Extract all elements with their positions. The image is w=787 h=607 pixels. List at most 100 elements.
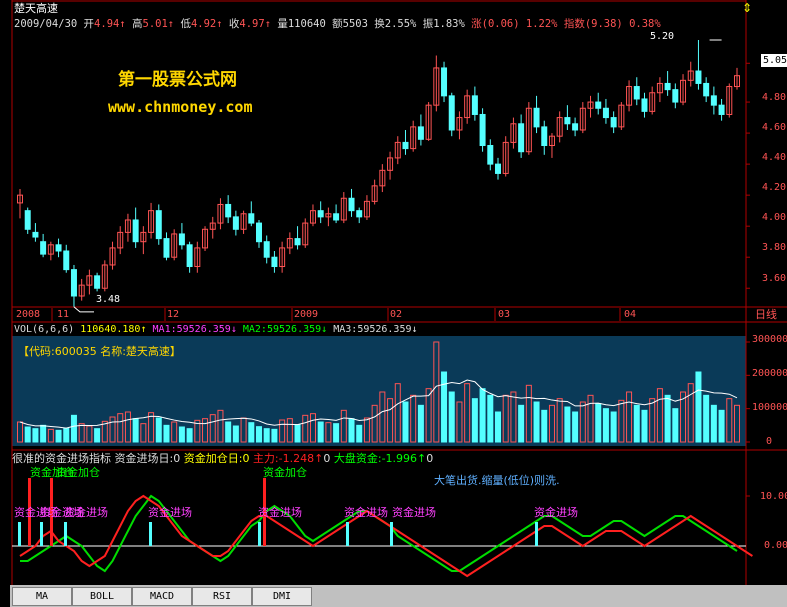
price-tick: 4.60 — [762, 122, 787, 133]
candle-body — [533, 107, 540, 128]
quote-date: 2009/04/30 — [14, 18, 78, 30]
volume-bar — [24, 426, 31, 443]
volume-bar — [441, 371, 448, 443]
vol-tick: 0 — [766, 436, 773, 447]
candle-body — [163, 238, 170, 258]
scroll-arrow-icon[interactable]: ⇕ — [742, 2, 752, 15]
candle-body — [633, 86, 640, 100]
watermark-url: www.chnmoney.com — [108, 98, 253, 116]
tab-dmi[interactable]: DMI — [252, 587, 312, 606]
volume-bar — [610, 411, 617, 443]
volume-bar — [564, 406, 571, 443]
volume-bar — [248, 422, 255, 443]
volume-bar — [294, 424, 301, 443]
volume-bar — [487, 394, 494, 443]
period-label[interactable]: 日线 — [755, 308, 777, 321]
low-annotation: 3.48 — [96, 294, 121, 305]
candle-body — [595, 101, 602, 109]
candle-body — [63, 250, 70, 271]
candle-body — [155, 210, 162, 240]
candle-body — [417, 126, 424, 140]
ind-tick: 10.00 — [760, 491, 787, 502]
candle-body — [263, 241, 270, 258]
volume-bar — [533, 401, 540, 443]
price-tick: 4.00 — [762, 212, 787, 223]
volume-bar — [163, 424, 170, 443]
time-label: 12 — [167, 309, 180, 320]
volume-bar — [710, 404, 717, 443]
signal-enter-bar — [40, 522, 43, 546]
candle-body — [94, 275, 101, 289]
current-price-tag: 5.05 — [761, 54, 787, 67]
candle-body — [718, 104, 725, 115]
vol-tick: 200000 — [752, 368, 787, 379]
tab-boll[interactable]: BOLL — [72, 587, 132, 606]
tab-macd[interactable]: MACD — [132, 587, 192, 606]
low-pointer — [73, 306, 94, 313]
tab-ma[interactable]: MA — [12, 587, 72, 606]
signal-enter-bar — [149, 522, 152, 546]
time-label: 04 — [624, 309, 637, 320]
volume-bar — [256, 426, 262, 443]
volume-bar — [333, 423, 340, 443]
signal-enter-bar — [258, 522, 261, 546]
candle-body — [402, 141, 409, 150]
watermark-title: 第一股票公式网 — [118, 70, 237, 90]
time-label: 2009 — [294, 309, 319, 320]
candle-body — [24, 210, 31, 230]
indicator-tab-bar: MA BOLL MACD RSI DMI — [10, 585, 787, 607]
volume-bar — [40, 424, 47, 443]
volume-bar — [633, 404, 640, 443]
volume-bar — [672, 408, 679, 443]
volume-bar — [55, 429, 62, 443]
volume-bar — [356, 424, 363, 443]
signal-enter-bar — [64, 522, 67, 546]
candle-body — [518, 123, 525, 153]
signal-enter-label: 资金进场 — [258, 506, 302, 519]
candle-body — [703, 82, 710, 97]
candle-body — [55, 244, 62, 252]
candle-body — [441, 67, 448, 97]
candle-body — [572, 123, 579, 131]
candle-body — [178, 233, 185, 246]
volume-bar — [94, 428, 101, 443]
volume-bar — [641, 409, 648, 443]
signal-enter-label: 资金进场 — [344, 506, 388, 519]
volume-bar — [225, 421, 232, 443]
volume-header: VOL(6,6,6) 110640.180↑ MA1:59526.359↓ MA… — [14, 324, 418, 335]
volume-bar — [70, 414, 77, 443]
candle-body — [479, 113, 486, 147]
candle-body — [348, 197, 355, 212]
candle-body — [541, 126, 548, 147]
signal-enter-bar — [346, 522, 349, 546]
time-label: 02 — [390, 309, 403, 320]
candle-body — [487, 145, 494, 165]
volume-bar — [479, 388, 486, 443]
candle-body — [602, 107, 609, 119]
price-tick: 4.80 — [762, 92, 787, 103]
candle-body — [564, 117, 571, 125]
high-annotation: 5.20 — [650, 31, 675, 42]
volume-bar — [495, 411, 501, 443]
volume-bar — [518, 404, 525, 443]
indicator-note: 大笔出货.缩量(低位)则洗. — [434, 474, 560, 487]
volume-bar — [417, 404, 424, 443]
tab-rsi[interactable]: RSI — [192, 587, 252, 606]
volume-bar — [155, 417, 162, 443]
price-tick: 3.60 — [762, 273, 787, 284]
volume-bar — [572, 411, 579, 443]
volume-bar — [63, 427, 70, 443]
candle-body — [132, 219, 139, 243]
volume-bar — [402, 401, 409, 443]
stock-name: 楚天高速 — [14, 2, 58, 15]
indicator-header: 很准的资金进场指标 资金进场日:0 资金加仓日:0 主力:-1.248↑0 大盘… — [12, 452, 434, 465]
candle-body — [271, 256, 278, 268]
candle-body — [32, 231, 39, 238]
candle-body — [256, 222, 262, 243]
volume-bar — [178, 426, 185, 443]
time-label: 11 — [57, 309, 70, 320]
volume-bar — [317, 421, 324, 443]
vol-tick: 100000 — [752, 402, 787, 413]
price-tick: 4.20 — [762, 182, 787, 193]
time-label: 03 — [498, 309, 511, 320]
